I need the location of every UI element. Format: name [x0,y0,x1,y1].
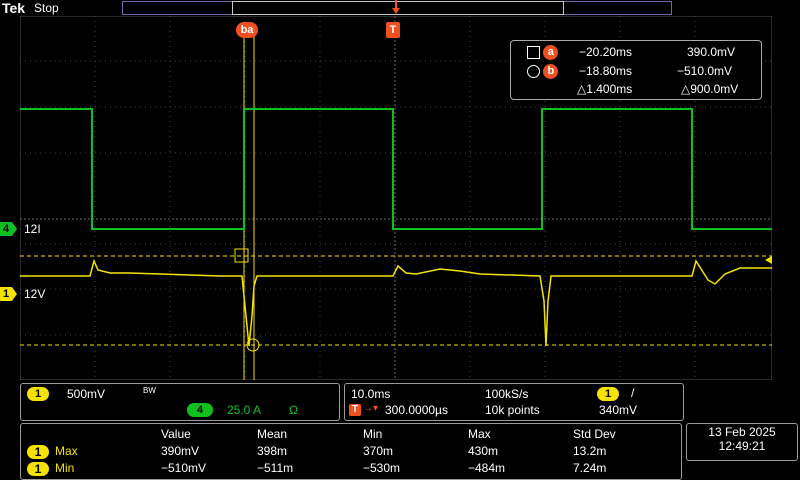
circle-cursor-icon [527,65,540,79]
meas-header-mean: Mean [257,427,288,441]
square-cursor-icon [527,46,540,60]
brand-logo: Tek [2,0,26,16]
ch4-scale[interactable]: 25.0 A [227,403,261,417]
record-length[interactable]: 10k points [485,403,540,417]
trigger-position-icon[interactable] [391,0,401,16]
ch1-scale[interactable]: 500mV [67,387,105,401]
meas-header-max: Max [468,427,491,441]
trigger-t-marker[interactable]: T [386,22,400,38]
meas-min: −530m [363,461,401,475]
trigger-slope-icon: / [631,386,635,400]
meas-value: −510mV [161,461,207,475]
meas-name: Max [55,444,78,458]
run-state[interactable]: Stop [34,1,59,15]
meas-mean: 398m [257,444,288,458]
meas-ch-badge: 1 [27,462,49,476]
meas-max: −484m [468,461,506,475]
cursor-a-value: 390.0mV [687,45,736,59]
cursor-ba-marker[interactable]: ba [236,22,258,38]
meas-mean: −511m [257,461,294,475]
horizontal-trigger-panel[interactable]: 10.0ms 100kS/s 1 / T →▾ 300.0000µs 10k p… [344,383,684,421]
meas-max: 430m [468,444,499,458]
trigger-position[interactable]: 300.0000µs [385,403,448,417]
meas-header-stddev: Std Dev [573,427,616,441]
cursor-a-badge: a [543,45,559,61]
meas-header-min: Min [363,427,383,441]
ch1-badge[interactable]: 1 [27,387,49,401]
meas-header-value: Value [161,427,191,441]
meas-name: Min [55,461,75,475]
ch1-label: 12V [24,287,46,301]
cursor-b-time: −18.80ms [579,64,633,78]
cursor-b-value: −510.0mV [677,64,733,78]
ch4-label: 12I [24,222,41,236]
ch4-position-marker[interactable]: 4 [0,222,17,236]
meas-stddev: 7.24m [573,461,607,475]
ch4-badge[interactable]: 4 [187,403,213,417]
cursor-a-time: −20.20ms [579,45,633,59]
date: 13 Feb 2025 [708,425,776,439]
cursor-delta-time: △1.400ms [577,82,633,96]
cursor-delta-value: △900.0mV [681,82,739,96]
meas-value: 390mV [161,444,200,458]
trigger-source-badge[interactable]: 1 [597,387,619,401]
trigger-arrow-icon: →▾ [363,403,379,414]
meas-min: 370m [363,444,394,458]
meas-stddev: 13.2m [573,444,607,458]
datetime-panel: 13 Feb 2025 12:49:21 [686,423,798,461]
bandwidth-limit-icon: BW [143,386,156,395]
measurement-panel[interactable]: Value Mean Min Max Std Dev 1 Max 390mV 3… [20,423,682,480]
trigger-level[interactable]: 340mV [599,403,637,417]
sample-rate[interactable]: 100kS/s [485,387,528,401]
time: 12:49:21 [718,439,766,453]
ch1-position-marker[interactable]: 1 [0,287,17,301]
vertical-settings-panel[interactable]: 1 500mV BW 4 25.0 A Ω [20,383,340,421]
meas-ch-badge: 1 [27,445,49,459]
cursor-b-badge: b [543,64,559,80]
cursor-readout-panel[interactable]: a −20.20ms 390.0mV b −18.80ms −510.0mV △… [510,40,762,100]
ch4-termination-icon: Ω [289,403,298,417]
trigger-position-t-icon: T [349,404,361,416]
time-scale[interactable]: 10.0ms [351,387,390,401]
